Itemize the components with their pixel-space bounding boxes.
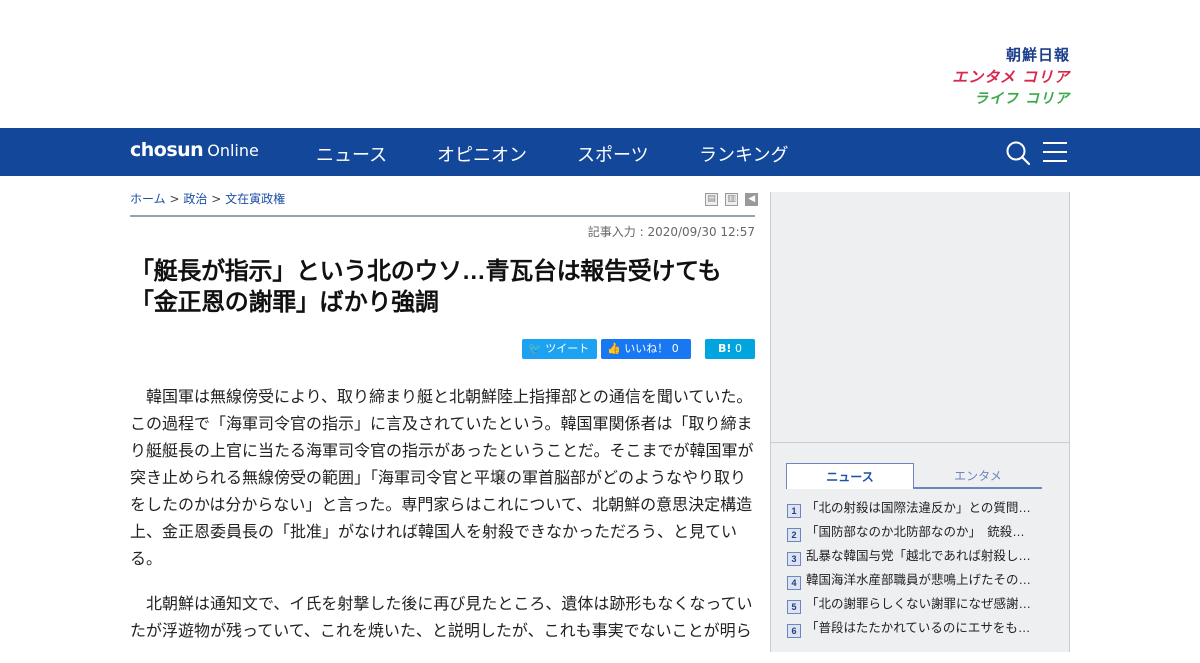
tweet-label: ツイート (545, 342, 590, 355)
hatena-label: B! (718, 342, 732, 355)
search-icon[interactable] (1005, 140, 1031, 166)
hamburger-menu-icon[interactable] (1043, 141, 1067, 163)
breadcrumb-separator: > (169, 192, 180, 206)
breadcrumb-home[interactable]: ホーム (130, 192, 166, 206)
text-size-icon[interactable]: ▥ (725, 193, 739, 206)
logo-light: Online (207, 141, 259, 160)
entame-korea-logo[interactable]: エンタメ コリア (952, 66, 1070, 88)
print-icon[interactable]: ▤ (705, 193, 718, 206)
life-korea-logo[interactable]: ライフ コリア (952, 88, 1070, 108)
partner-brands: 朝鮮日報 エンタメ コリア ライフ コリア (952, 44, 1070, 108)
ranking-tabs: ニュース エンタメ (786, 463, 1042, 489)
header-top: 朝鮮日報 エンタメ コリア ライフ コリア (0, 0, 1200, 128)
site-logo[interactable]: chosun Online (130, 139, 259, 161)
article-paragraph: 韓国軍は無線傍受により、取り締まり艇と北朝鮮陸上指揮部との通信を聞いていた。この… (130, 389, 754, 568)
rank-number: 5 (787, 600, 801, 614)
rank-number: 2 (787, 528, 801, 542)
ranking-item[interactable]: 4 韓国海洋水産部職員が悲鳴上げたその… (787, 568, 1057, 592)
ranking-item[interactable]: 5 「北の謝罪らしくない謝罪になぜ感謝… (787, 592, 1057, 616)
breadcrumb-separator: > (211, 192, 222, 206)
breadcrumb: ホーム > 政治 > 文在寅政権 (130, 190, 285, 207)
ranking-item[interactable]: 3 乱暴な韓国与党「越北であれば射殺し… (787, 544, 1057, 568)
ranking-title: 「普段はたたかれているのにエサをも… (806, 621, 1031, 635)
back-arrow-icon[interactable]: ◀ (745, 193, 759, 206)
nav-opinion[interactable]: オピニオン (437, 141, 527, 167)
thumbs-up-icon: 👍 (607, 342, 621, 355)
ranking-item[interactable]: 2 「国防部なのか北防部なのか」 銃殺… (787, 520, 1057, 544)
article-timestamp: 記事入力 : 2020/09/30 12:57 (587, 225, 755, 239)
hatena-bookmark-button[interactable]: B! 0 (705, 339, 755, 359)
divider (130, 215, 755, 217)
facebook-like-button[interactable]: 👍 いいね！ 0 (601, 339, 691, 359)
article-body: 韓国軍は無線傍受により、取り締まり艇と北朝鮮陸上指揮部との通信を聞いていた。この… (130, 384, 757, 663)
nav-sports[interactable]: スポーツ (577, 141, 649, 167)
article-paragraph: 北朝鮮は通知文で、イ氏を射撃した後に再び見たところ、遺体は跡形もなくなっていたが… (130, 596, 753, 640)
article-title: 「艇長が指示」という北のウソ…青瓦台は報告受けても「金正恩の謝罪」ばかり強調 (130, 258, 722, 316)
tweet-button[interactable]: 🐦 ツイート (522, 339, 597, 359)
ranking-title: 「北の射殺は国際法違反か」との質問… (806, 501, 1031, 515)
ranking-title: 「北の謝罪らしくない謝罪になぜ感謝… (806, 597, 1032, 611)
twitter-bird-icon: 🐦 (528, 342, 542, 355)
ranking-list: 1 「北の射殺は国際法違反か」との質問… 2 「国防部なのか北防部なのか」 銃殺… … (787, 496, 1057, 640)
hatena-count: 0 (734, 342, 742, 355)
sidebar: ニュース エンタメ 1 「北の射殺は国際法違反か」との質問… 2 「国防部なのか北防… (770, 192, 1070, 652)
like-count: 0 (671, 342, 679, 355)
breadcrumb-politics[interactable]: 政治 (183, 192, 207, 206)
tab-news[interactable]: ニュース (786, 463, 914, 489)
rank-number: 6 (787, 624, 801, 638)
article-tools: ▤ ▥ ◀ (705, 193, 760, 212)
ad-divider (771, 442, 1069, 443)
rank-number: 4 (787, 576, 801, 590)
logo-bold: chosun (130, 139, 204, 161)
nav-ranking[interactable]: ランキング (699, 141, 788, 167)
like-label: いいね！ (624, 342, 669, 355)
ranking-title: 韓国海洋水産部職員が悲鳴上げたその… (806, 573, 1032, 587)
nav-news[interactable]: ニュース (316, 141, 387, 167)
ranking-item[interactable]: 6 「普段はたたかれているのにエサをも… (787, 616, 1057, 640)
ranking-title: 乱暴な韓国与党「越北であれば射殺し… (806, 549, 1031, 563)
main-nav: chosun Online ニュース オピニオン スポーツ ランキング (0, 128, 1200, 176)
rank-number: 3 (787, 552, 801, 566)
chosun-ilbo-logo[interactable]: 朝鮮日報 (952, 44, 1070, 66)
tab-entame[interactable]: エンタメ (914, 463, 1042, 489)
ranking-title: 「国防部なのか北防部なのか」 銃殺… (806, 525, 1025, 539)
ranking-item[interactable]: 1 「北の射殺は国際法違反か」との質問… (787, 496, 1057, 520)
breadcrumb-section[interactable]: 文在寅政権 (225, 192, 285, 206)
rank-number: 1 (787, 504, 801, 518)
